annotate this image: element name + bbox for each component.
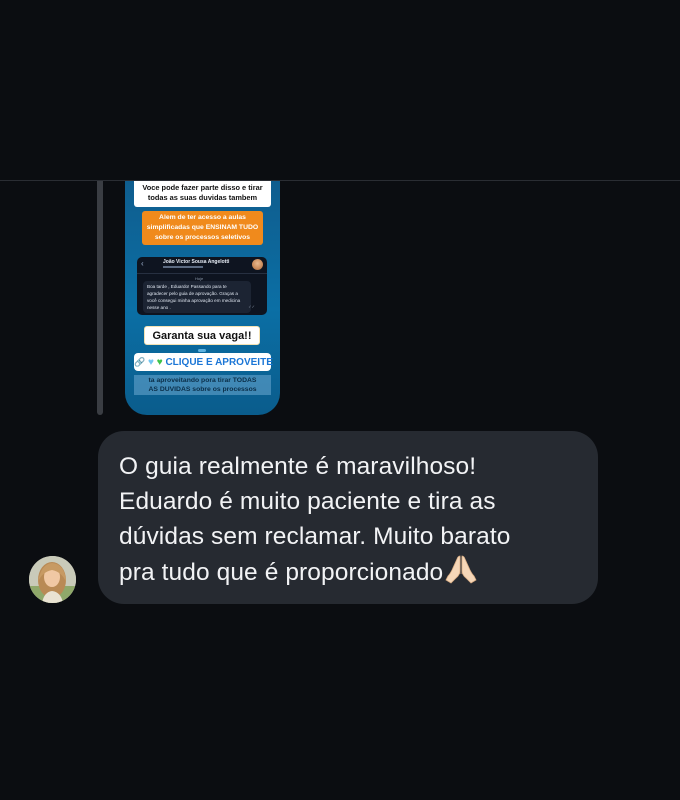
story-bottom-caption-line: AS DUVIDAS sobre os processos bbox=[148, 386, 257, 393]
read-receipt-icon: ✓✓ bbox=[248, 304, 255, 309]
story-cta-label: Garanta sua vaga!! bbox=[144, 326, 260, 345]
green-heart-icon: ♥ bbox=[156, 357, 163, 368]
story-white-caption-line: Voce pode fazer parte disso e tirar bbox=[142, 183, 263, 192]
story-reply-preview[interactable]: Voce pode fazer parte disso e tirar toda… bbox=[125, 181, 280, 415]
story-chat-header: ‹ João Victor Sousa Angelotti bbox=[137, 257, 267, 274]
story-page-dot bbox=[198, 349, 206, 352]
back-arrow-icon: ‹ bbox=[141, 259, 144, 268]
folded-hands-icon bbox=[445, 555, 477, 584]
blue-heart-icon: ♥ bbox=[148, 357, 154, 368]
story-white-caption: Voce pode fazer parte disso e tirar toda… bbox=[134, 181, 271, 207]
story-orange-caption-line: Alem de ter acesso a aulas bbox=[159, 214, 246, 221]
story-white-caption-line: todas as suas duvidas tambem bbox=[147, 193, 258, 202]
sender-avatar[interactable] bbox=[29, 556, 76, 603]
story-bottom-caption-line: ta aproveitando pora tirar TODAS bbox=[148, 377, 257, 384]
message-bubble[interactable]: O guia realmente é maravilhoso! Eduardo … bbox=[98, 431, 598, 604]
sender-avatar-photo bbox=[29, 556, 76, 603]
story-chat-avatar bbox=[252, 259, 263, 270]
dm-conversation-screen: Voce pode fazer parte disso e tirar toda… bbox=[0, 0, 680, 800]
story-chat-contact-name: João Victor Sousa Angelotti bbox=[163, 259, 230, 265]
story-chat-message: Boa tarde , Eduardo! Passando para te ag… bbox=[143, 281, 251, 313]
story-orange-caption: Alem de ter acesso a aulas simplificadas… bbox=[142, 211, 263, 245]
story-link-label: CLIQUE E APROVEITE bbox=[165, 357, 273, 368]
message-line: Eduardo é muito paciente e tira as bbox=[119, 488, 496, 515]
message-line: O guia realmente é maravilhoso! bbox=[119, 453, 477, 480]
story-bottom-caption: ta aproveitando pora tirar TODAS AS DUVI… bbox=[134, 375, 271, 395]
story-orange-caption-line: sobre os processos seletivos bbox=[154, 234, 251, 241]
link-icon: 🔗 bbox=[134, 357, 146, 367]
reply-indicator-bar bbox=[97, 181, 103, 415]
message-line: pra tudo que é proporcionado bbox=[119, 559, 444, 586]
header-area bbox=[0, 0, 680, 180]
story-chat-contact-subtitle bbox=[163, 266, 203, 268]
message-line-with-emoji: pra tudo que é proporcionado bbox=[119, 554, 578, 590]
story-orange-caption-line: simplificadas que ENSINAM TUDO bbox=[146, 224, 259, 231]
story-link-sticker[interactable]: 🔗 ♥ ♥ CLIQUE E APROVEITE bbox=[134, 353, 273, 371]
message-line: dúvidas sem reclamar. Muito barato bbox=[119, 523, 511, 550]
story-chat-screenshot: ‹ João Victor Sousa Angelotti Hoje Boa t… bbox=[137, 257, 267, 315]
